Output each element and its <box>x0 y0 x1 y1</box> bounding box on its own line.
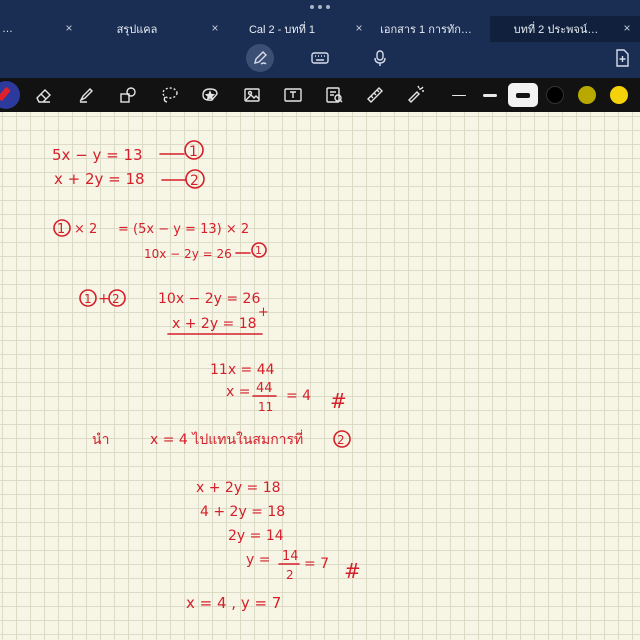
thai-text: x = 4 ไปแทนในสมการที่ <box>150 430 303 448</box>
image-icon[interactable] <box>240 83 264 107</box>
scan-icon[interactable] <box>322 83 346 107</box>
tab-label: เอกสาร 1 การทัก… <box>380 24 472 36</box>
tab-label: บทที่ 2 ประพจน์… <box>513 24 599 36</box>
close-icon[interactable]: × <box>352 21 366 35</box>
olive-color-swatch[interactable] <box>578 86 596 104</box>
lasso-icon[interactable] <box>157 83 181 107</box>
equation-tag: 1 <box>255 244 262 257</box>
equation-line: 5x − y = 13 <box>52 146 143 164</box>
pen-tool-icon[interactable] <box>0 81 20 109</box>
yellow-color-swatch[interactable] <box>610 86 628 104</box>
tab-2[interactable]: × สรุปแคล <box>56 16 202 42</box>
equation-line: x = <box>226 384 250 400</box>
hash-mark: # <box>330 389 347 413</box>
equation-line: x + 2y = 18 <box>54 170 145 188</box>
thick-stroke-option[interactable] <box>508 83 538 107</box>
tab-label: Cal 2 - บทที่ 1 <box>248 24 316 36</box>
equation-line: 10x − 2y = 26 <box>144 247 232 261</box>
final-answer: x = 4 , y = 7 <box>186 594 281 612</box>
medium-stroke-option[interactable] <box>477 83 503 107</box>
equation-tag: 2 <box>112 292 120 306</box>
equation-line: 11x = 44 <box>210 362 275 378</box>
microphone-icon[interactable] <box>366 44 394 72</box>
equation-line: x + 2y = 18 <box>196 480 281 496</box>
equation-line: = 4 <box>286 388 311 404</box>
equation-line: 4 + 2y = 18 <box>200 504 285 520</box>
tab-1[interactable]: … <box>0 16 56 42</box>
ruler-icon[interactable] <box>363 83 387 107</box>
highlighter-icon[interactable] <box>74 83 98 107</box>
hash-mark: # <box>344 559 361 583</box>
equation-line: 10x − 2y = 26 <box>158 291 260 307</box>
fraction-denominator: 2 <box>286 568 294 582</box>
thai-text: นำ <box>92 432 109 448</box>
add-page-icon[interactable] <box>612 48 632 68</box>
drawing-toolbar <box>0 78 640 112</box>
equation-tag: 1 <box>84 292 92 306</box>
close-icon[interactable]: × <box>620 21 634 35</box>
equation-tag: 1 <box>57 222 65 237</box>
handwriting-layer: 5x − y = 13 1 x + 2y = 18 2 1 × 2 = (5x … <box>52 140 361 612</box>
tab-label: สรุปแคล <box>116 24 158 36</box>
laser-pointer-icon[interactable] <box>404 83 428 107</box>
pencil-icon[interactable] <box>246 44 274 72</box>
equation-line: = 7 <box>304 556 329 572</box>
keyboard-icon[interactable] <box>306 44 334 72</box>
fraction-denominator: 11 <box>258 400 273 414</box>
equation-line: × 2 <box>74 222 97 237</box>
notebook-page[interactable]: 5x − y = 13 1 x + 2y = 18 2 1 × 2 = (5x … <box>0 112 640 640</box>
equation-tag: 1 <box>189 144 198 160</box>
top-bar: … × สรุปแคล × Cal 2 - บทที่ 1 × เอกสาร 1… <box>0 0 640 78</box>
plus-sign: + <box>258 305 269 320</box>
text-box-icon[interactable] <box>281 83 305 107</box>
black-color-swatch[interactable] <box>546 86 564 104</box>
plus-sign: + <box>98 291 110 307</box>
tab-bar: … × สรุปแคล × Cal 2 - บทที่ 1 × เอกสาร 1… <box>0 16 640 42</box>
eraser-icon[interactable] <box>32 83 56 107</box>
shapes-icon[interactable] <box>116 83 140 107</box>
mode-toolbar <box>0 44 640 74</box>
equation-line: y = <box>246 552 270 568</box>
thin-stroke-option[interactable] <box>446 83 472 107</box>
equation-tag: 2 <box>337 433 345 447</box>
equation-line: x + 2y = 18 <box>172 316 257 332</box>
fraction-numerator: 14 <box>282 549 299 564</box>
tab-5-active[interactable]: บทที่ 2 ประพจน์… × <box>490 16 640 42</box>
sticker-icon[interactable] <box>198 83 222 107</box>
close-icon[interactable]: × <box>62 21 76 35</box>
fraction-numerator: 44 <box>256 381 273 396</box>
close-icon[interactable]: × <box>208 21 222 35</box>
equation-line: = (5x − y = 13) × 2 <box>118 222 249 237</box>
multitask-dots[interactable] <box>310 5 330 11</box>
equation-tag: 2 <box>190 173 199 189</box>
tab-4[interactable]: × เอกสาร 1 การทัก… <box>346 16 490 42</box>
tab-3[interactable]: × Cal 2 - บทที่ 1 <box>202 16 346 42</box>
tab-label: … <box>2 23 13 35</box>
equation-line: 2y = 14 <box>228 528 284 544</box>
